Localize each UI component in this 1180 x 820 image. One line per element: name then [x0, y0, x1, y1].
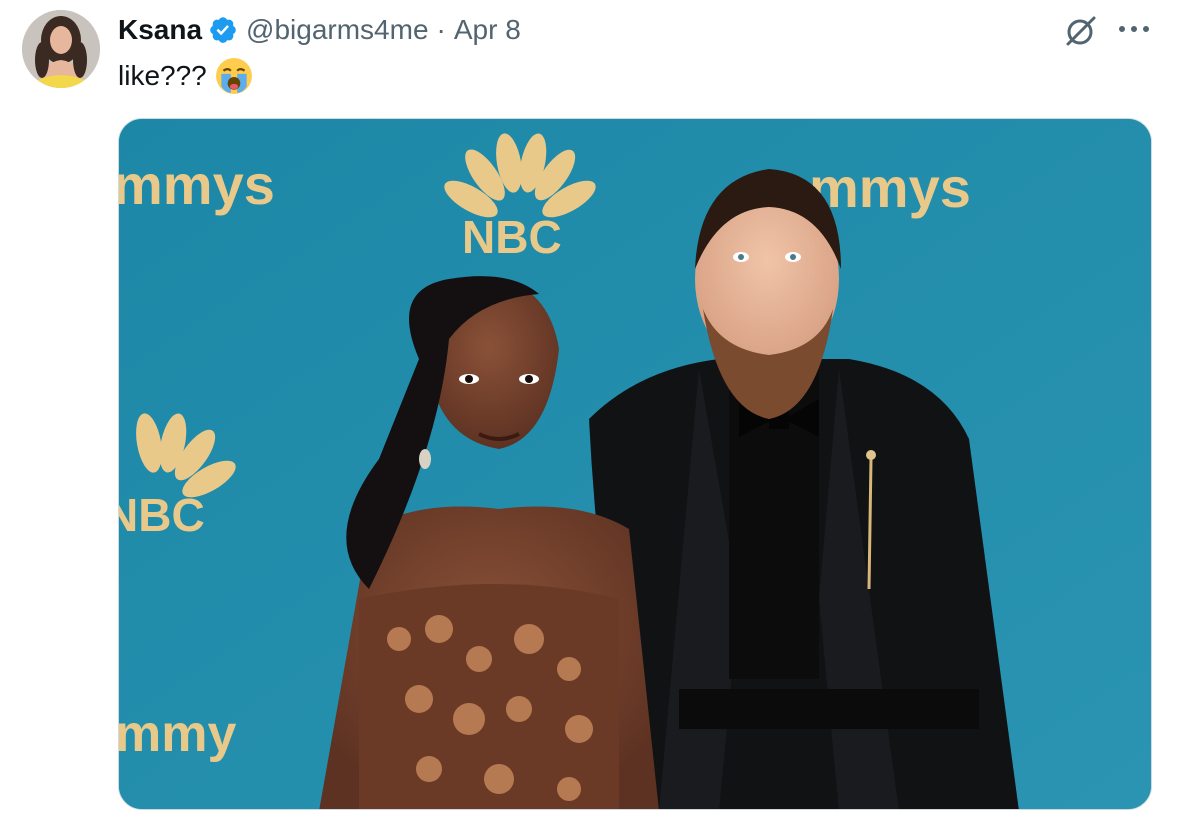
display-name[interactable]: Ksana — [118, 14, 202, 46]
avatar[interactable] — [22, 10, 100, 88]
tweet-text-content: like??? — [118, 60, 207, 91]
tweet-text: like??? — [118, 56, 253, 96]
more-icon[interactable] — [1114, 14, 1154, 44]
backdrop-award-text-1: mmys — [119, 153, 275, 216]
author-handle[interactable]: @bigarms4me — [246, 14, 428, 46]
nbc-text-top: NBC — [462, 211, 562, 263]
grok-icon[interactable] — [1062, 12, 1100, 50]
photo-canvas: mmys mmys mmy NBC NBC — [119, 119, 1151, 809]
loudly-crying-face-icon — [215, 58, 252, 94]
separator-dot: · — [436, 14, 446, 45]
backdrop-award-text-3: mmy — [119, 705, 236, 763]
profile-photo-icon — [22, 10, 100, 88]
nbc-text-left: NBC — [119, 489, 205, 541]
verified-badge-icon[interactable] — [208, 15, 238, 45]
backdrop-award-text-2: mmys — [809, 156, 971, 219]
tweet-photo[interactable]: mmys mmys mmy NBC NBC — [118, 118, 1152, 810]
tweet-header: Ksana @bigarms4me · Apr 8 — [118, 12, 521, 48]
timestamp[interactable]: Apr 8 — [454, 14, 521, 46]
